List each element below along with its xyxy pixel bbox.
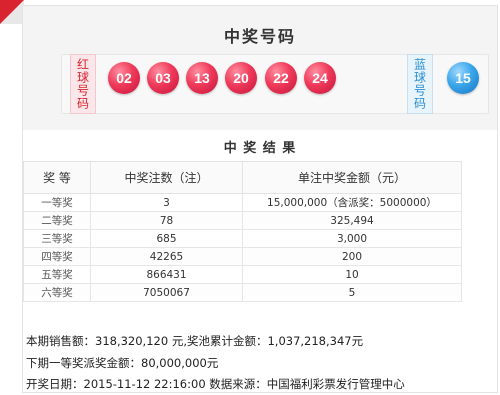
prize-level: 六等奖 xyxy=(23,283,91,302)
prize-level: 三等奖 xyxy=(23,229,91,248)
red-ball-2: 03 xyxy=(147,62,179,94)
red-ball-label: 红球号码 xyxy=(70,54,96,114)
draw-info: 开奖日期：2015-11-12 22:16:00 数据来源：中国福利彩票发行管理… xyxy=(26,377,405,391)
winner-count: 866431 xyxy=(90,265,243,284)
prize-level: 二等奖 xyxy=(23,211,91,230)
winner-count: 3 xyxy=(90,193,243,212)
winning-numbers-title: 中奖号码 xyxy=(223,27,296,46)
blue-ball-label: 蓝球号码 xyxy=(407,54,433,114)
winner-count: 7050067 xyxy=(90,283,243,302)
prize-level: 五等奖 xyxy=(23,265,91,284)
red-ball-1: 02 xyxy=(108,62,140,94)
red-ball-4: 20 xyxy=(225,62,257,94)
prize-results-table: 奖 等 中奖注数（注） 单注中奖金额（元） 一等奖 3 15,000,000（含… xyxy=(23,161,462,302)
numbers-bar: 红球号码 02 03 13 20 22 24 蓝球号码 15 xyxy=(61,54,489,114)
column-header-amount: 单注中奖金额（元） xyxy=(242,161,462,194)
winner-count: 42265 xyxy=(90,247,243,266)
red-ball-3: 13 xyxy=(186,62,218,94)
winner-count: 78 xyxy=(90,211,243,230)
prize-amount: 200 xyxy=(242,247,462,266)
results-header: 中 奖 结 果 xyxy=(23,131,497,159)
red-ball-6: 24 xyxy=(304,62,336,94)
winner-count: 685 xyxy=(90,229,243,248)
column-header-prize: 奖 等 xyxy=(23,161,91,194)
prize-level: 一等奖 xyxy=(23,193,91,212)
table-row: 四等奖 42265 200 xyxy=(23,247,462,266)
sales-summary: 本期销售额：318,320,120 元,奖池累计金额：1,037,218,347… xyxy=(26,334,364,348)
prize-amount: 325,494 xyxy=(242,211,462,230)
blue-ball: 15 xyxy=(447,62,479,94)
prize-amount: 15,000,000（含派奖：5000000） xyxy=(242,193,462,212)
prize-amount: 5 xyxy=(242,283,462,302)
table-row: 六等奖 7050067 5 xyxy=(23,283,462,302)
site-logo-corner xyxy=(0,0,24,24)
winning-numbers-section: 中奖号码 红球号码 02 03 13 20 22 24 蓝球号码 15 xyxy=(23,6,497,130)
next-jackpot-summary: 下期一等奖派奖金额：80,000,000元 xyxy=(26,356,219,370)
table-row: 三等奖 685 3,000 xyxy=(23,229,462,248)
table-row: 五等奖 866431 10 xyxy=(23,265,462,284)
prize-level: 四等奖 xyxy=(23,247,91,266)
table-header-row: 奖 等 中奖注数（注） 单注中奖金额（元） xyxy=(23,161,462,194)
table-row: 二等奖 78 325,494 xyxy=(23,211,462,230)
prize-amount: 10 xyxy=(242,265,462,284)
results-title: 中 奖 结 果 xyxy=(223,141,297,156)
column-header-count: 中奖注数（注） xyxy=(90,161,243,194)
table-row: 一等奖 3 15,000,000（含派奖：5000000） xyxy=(23,193,462,212)
prize-amount: 3,000 xyxy=(242,229,462,248)
red-ball-5: 22 xyxy=(265,62,297,94)
